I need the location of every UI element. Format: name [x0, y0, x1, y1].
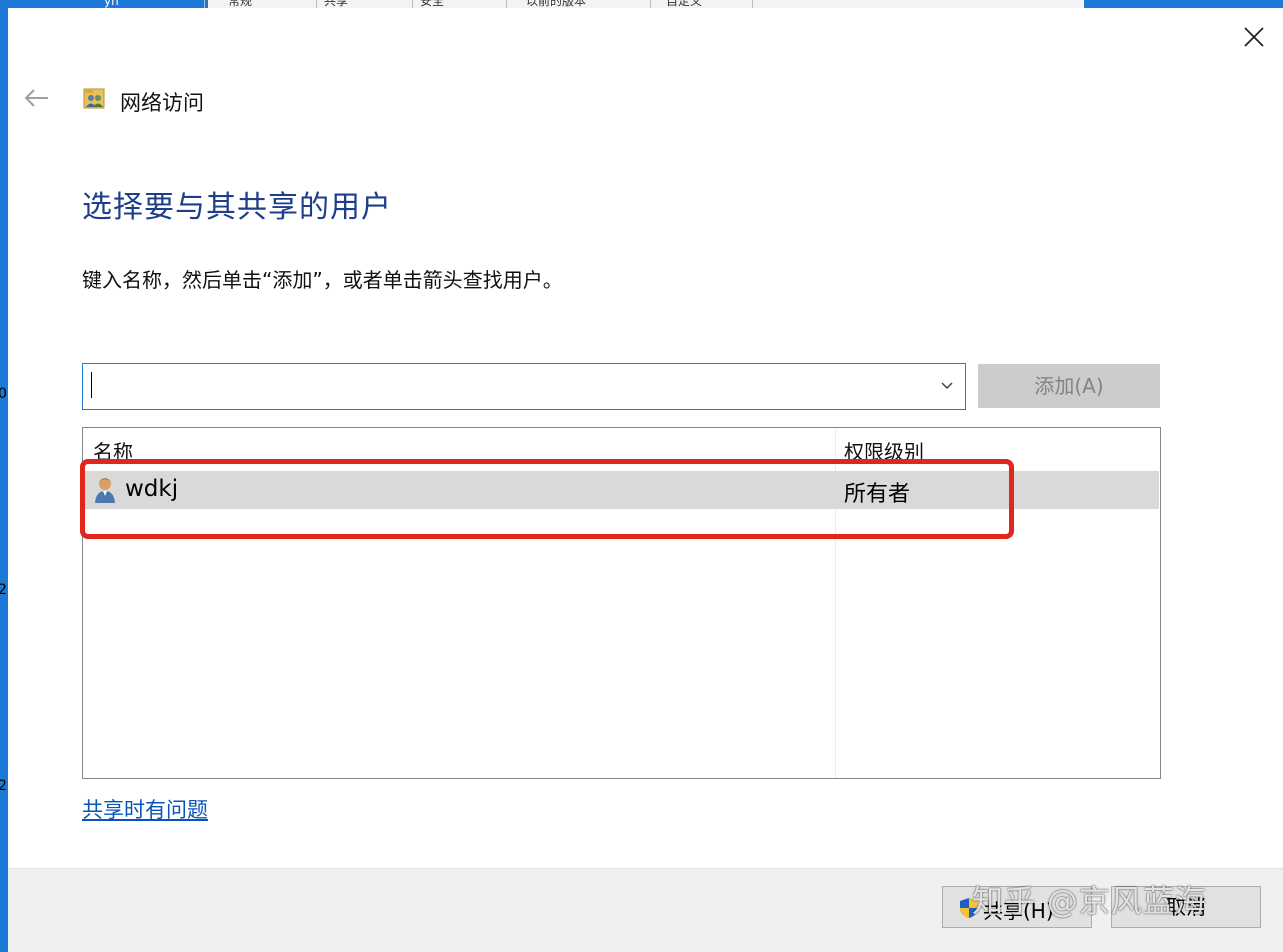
- user-name-input[interactable]: [95, 370, 919, 402]
- page-title: 选择要与其共享的用户: [82, 190, 392, 225]
- add-button[interactable]: 添加(A): [978, 364, 1160, 408]
- close-button[interactable]: [1239, 22, 1269, 52]
- back-arrow-icon: [24, 89, 48, 107]
- back-button[interactable]: [22, 86, 52, 110]
- close-icon: [1244, 27, 1264, 47]
- sharing-help-link[interactable]: 共享时有问题: [82, 794, 208, 824]
- background-tab: yn: [104, 0, 205, 8]
- background-tab: 安全: [420, 0, 507, 8]
- background-edge-text: 2: [0, 778, 7, 794]
- background-tab: 自定义: [666, 0, 753, 8]
- instruction-text: 键入名称，然后单击“添加”，或者单击箭头查找用户。: [82, 268, 563, 292]
- breadcrumb-title: 网络访问: [120, 91, 204, 115]
- dropdown-arrow-button[interactable]: [939, 378, 955, 394]
- background-tab: 以前的版本: [526, 0, 651, 8]
- chevron-down-icon: [941, 382, 953, 390]
- background-tab: 共享: [324, 0, 413, 8]
- watermark: 知乎 @京风蓝海: [972, 884, 1207, 920]
- background-edge-text: 0: [0, 386, 7, 402]
- network-users-icon: [83, 86, 107, 110]
- background-edge-text: 2: [0, 582, 7, 598]
- annotation-highlight-box: [80, 459, 1014, 539]
- network-access-dialog: 网络访问 选择要与其共享的用户 键入名称，然后单击“添加”，或者单击箭头查找用户…: [8, 8, 1283, 952]
- text-cursor: [91, 372, 92, 398]
- background-window-left-edge: [0, 0, 8, 951]
- user-name-combobox[interactable]: [82, 363, 966, 410]
- background-tab: 常规: [228, 0, 317, 8]
